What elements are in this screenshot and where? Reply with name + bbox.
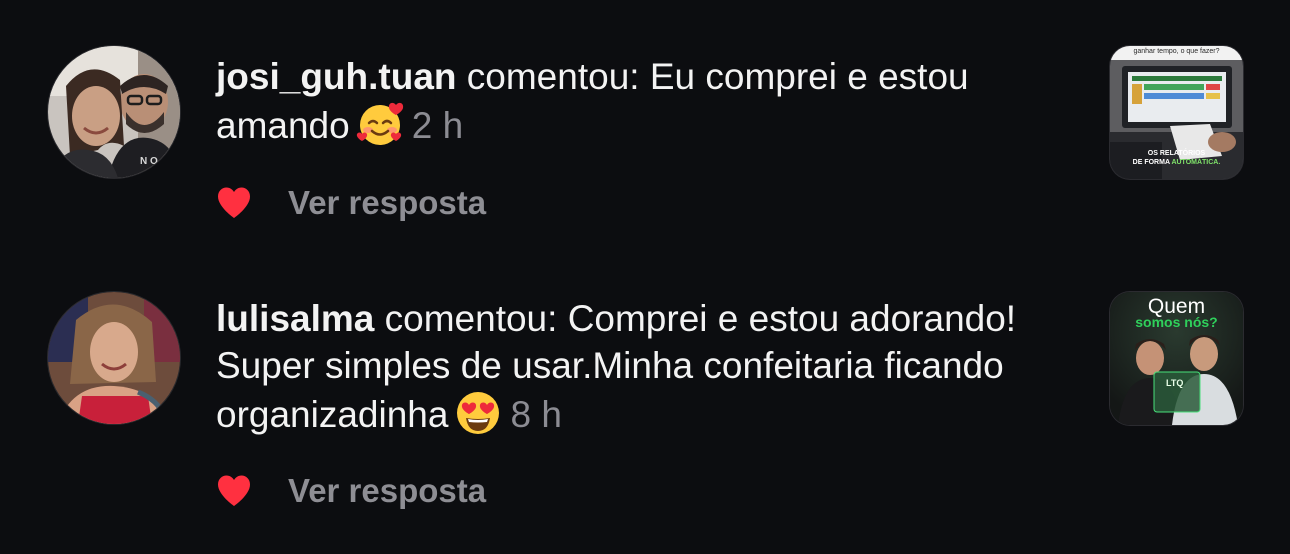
notification-text: lulisalma comentou: Comprei e estou ador… xyxy=(216,295,1036,438)
thumbnail-caption-top: ganhar tempo, o que fazer? xyxy=(1133,48,1220,55)
comment-actions: Ver resposta xyxy=(216,471,486,511)
notification-item[interactable]: lulisalma comentou: Comprei e estou ador… xyxy=(0,262,1290,554)
avatar[interactable] xyxy=(48,292,180,424)
username[interactable]: josi_guh.tuan xyxy=(216,56,457,97)
timestamp: 2 h xyxy=(411,105,464,146)
post-thumbnail[interactable]: Quem somos nós? LTQ xyxy=(1110,292,1243,425)
comment-actions: Ver resposta xyxy=(216,183,486,223)
notification-item[interactable]: N O josi_guh.tuan comentou: Eu comprei e… xyxy=(0,0,1290,262)
timestamp: 8 h xyxy=(510,394,562,435)
thumbnail-caption-line: DE FORMA AUTOMÁTICA. xyxy=(1110,158,1243,167)
notification-text: josi_guh.tuan comentou: Eu comprei e est… xyxy=(216,53,1036,149)
thumbnail-caption-accent: AUTOMÁTICA. xyxy=(1171,159,1221,166)
thumbnail-caption-bottom: OS RELATÓRIOS DE FORMA AUTOMÁTICA. xyxy=(1110,149,1243,167)
avatar[interactable]: N O xyxy=(48,46,180,178)
thumbnail-logo: LTQ xyxy=(1166,378,1184,388)
username[interactable]: lulisalma xyxy=(216,298,374,339)
svg-text:N O: N O xyxy=(140,156,158,167)
post-thumbnail[interactable]: ganhar tempo, o que fazer? OS RELATÓRIOS… xyxy=(1110,46,1243,179)
thumbnail-subtitle: somos nós? xyxy=(1135,314,1218,330)
view-reply-link[interactable]: Ver resposta xyxy=(288,184,486,222)
heart-icon[interactable] xyxy=(216,186,252,220)
smiling-face-with-heart-eyes-icon xyxy=(454,389,502,437)
smiling-face-with-hearts-icon xyxy=(356,100,404,148)
thumbnail-caption-line: OS RELATÓRIOS xyxy=(1147,150,1206,157)
heart-icon[interactable] xyxy=(216,474,252,508)
thumbnail-caption-text: DE FORMA xyxy=(1132,159,1170,166)
view-reply-link[interactable]: Ver resposta xyxy=(288,472,486,510)
